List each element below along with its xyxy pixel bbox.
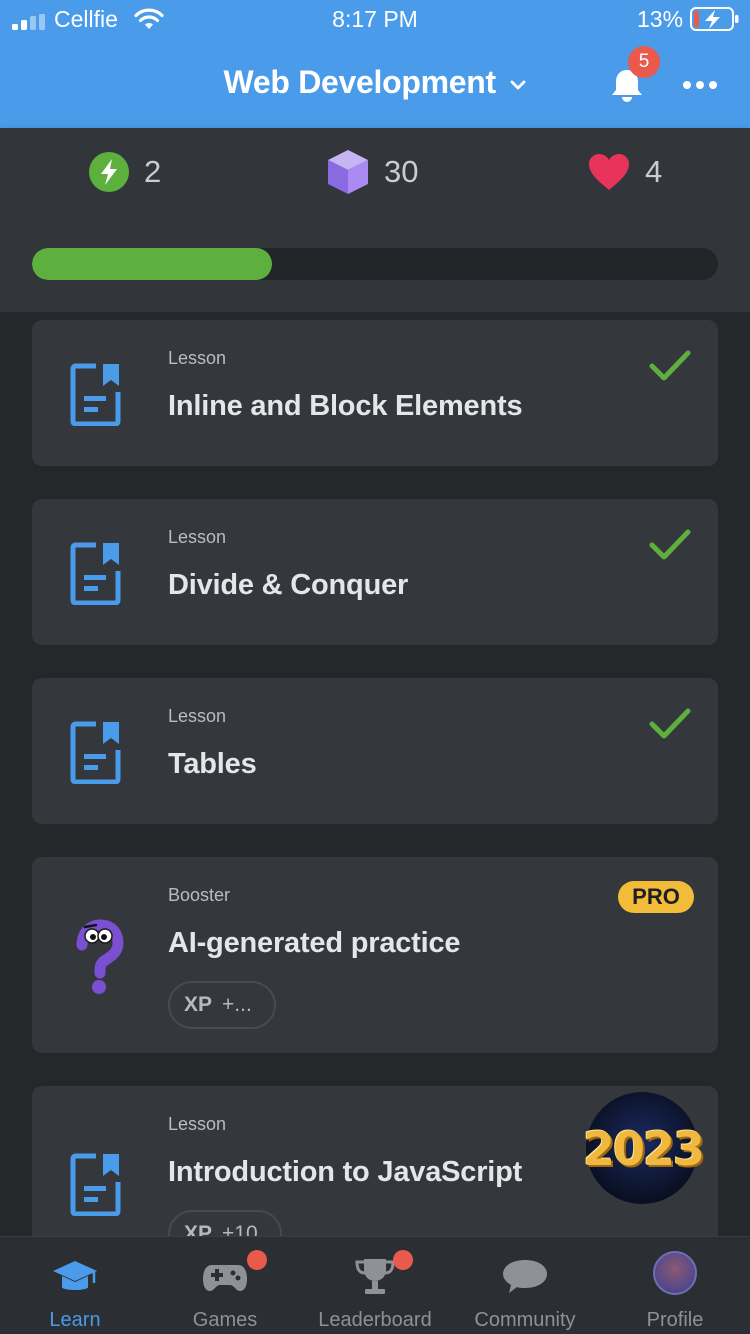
lesson-doc-icon xyxy=(70,721,121,784)
xp-label: XP xyxy=(184,993,213,1016)
card-type: Booster xyxy=(168,885,231,905)
graduation-cap-icon xyxy=(53,1261,97,1290)
pro-badge: PRO xyxy=(618,881,694,913)
checkmark-icon xyxy=(649,708,691,739)
gems-count: 30 xyxy=(384,154,419,189)
notification-count-badge: 5 xyxy=(628,46,660,78)
progress-fill xyxy=(32,248,273,280)
card-title: Tables xyxy=(168,748,257,780)
bottom-tab-bar: Learn Games Leaderboard Community Profil… xyxy=(0,1236,750,1334)
course-title: Web Development xyxy=(223,64,497,100)
checkmark-icon xyxy=(649,350,691,381)
stats-bar: 2 30 4 xyxy=(0,128,750,216)
chevron-down-icon xyxy=(511,80,526,89)
heart-icon xyxy=(589,154,629,190)
more-options-icon[interactable] xyxy=(682,80,718,90)
lesson-doc-icon xyxy=(70,542,121,605)
hearts-count: 4 xyxy=(645,154,663,189)
battery-percent: 13% xyxy=(637,6,684,32)
checkmark-icon xyxy=(649,529,691,560)
gem-cube-icon xyxy=(328,150,368,194)
lesson-doc-icon xyxy=(70,1153,121,1216)
energy-stat[interactable]: 2 xyxy=(88,148,161,196)
lesson-doc-icon xyxy=(70,363,121,426)
notification-dot xyxy=(247,1250,267,1270)
notification-dot xyxy=(393,1250,413,1270)
new-year-badge-text: 2023 xyxy=(582,1122,705,1176)
energy-count: 2 xyxy=(144,154,162,189)
tab-label: Learn xyxy=(49,1309,101,1331)
tab-community[interactable]: Community xyxy=(450,1237,600,1334)
lightning-bolt-icon xyxy=(89,152,129,192)
card-title: Introduction to JavaScript xyxy=(168,1156,523,1188)
card-type: Lesson xyxy=(168,706,227,726)
lesson-card[interactable]: Lesson Divide & Conquer xyxy=(32,499,718,645)
card-type: Lesson xyxy=(168,348,227,368)
hearts-stat[interactable]: 4 xyxy=(587,148,662,196)
tab-profile[interactable]: Profile xyxy=(600,1237,750,1334)
tab-games[interactable]: Games xyxy=(150,1237,300,1334)
question-mascot-icon xyxy=(76,919,124,994)
tab-leaderboard[interactable]: Leaderboard xyxy=(300,1237,450,1334)
battery-charging-icon xyxy=(690,7,739,31)
status-bar: Cellfie 8:17 PM 13% xyxy=(0,0,750,42)
lesson-card[interactable]: Lesson Tables xyxy=(32,678,718,824)
app-header: Cellfie 8:17 PM 13% Web Development 5 xyxy=(0,0,750,128)
tab-label: Community xyxy=(474,1309,576,1331)
gamepad-icon xyxy=(203,1265,247,1291)
card-title: Inline and Block Elements xyxy=(168,390,523,422)
progress-track xyxy=(32,248,718,280)
gems-stat[interactable]: 30 xyxy=(326,148,418,196)
card-title: Divide & Conquer xyxy=(168,569,409,601)
tab-label: Leaderboard xyxy=(318,1309,432,1331)
tab-label: Profile xyxy=(646,1309,704,1331)
card-type: Lesson xyxy=(168,527,227,547)
chat-bubble-icon xyxy=(503,1260,547,1293)
app-screen: Cellfie 8:17 PM 13% Web Development 5 2 … xyxy=(0,0,750,1334)
lesson-card[interactable]: Lesson Inline and Block Elements xyxy=(32,320,718,466)
avatar xyxy=(653,1251,697,1295)
xp-pill: XP +... xyxy=(168,981,276,1029)
tab-label: Games xyxy=(192,1309,258,1331)
card-title: AI-generated practice xyxy=(168,927,461,959)
tab-learn[interactable]: Learn xyxy=(0,1237,150,1334)
xp-value: +... xyxy=(222,993,252,1016)
course-progress xyxy=(0,216,750,312)
booster-card[interactable]: Booster AI-generated practice PRO XP +..… xyxy=(32,857,718,1053)
card-type: Lesson xyxy=(168,1114,227,1134)
